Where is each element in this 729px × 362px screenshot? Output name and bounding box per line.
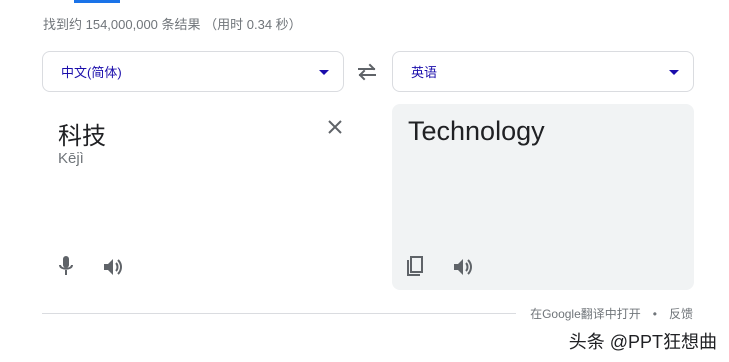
result-stats: 找到约 154,000,000 条结果 （用时 0.34 秒） bbox=[43, 17, 302, 32]
chevron-down-icon bbox=[669, 70, 679, 75]
source-language-select[interactable]: 中文(简体) bbox=[42, 51, 344, 92]
close-icon bbox=[328, 120, 342, 134]
copy-translation-button[interactable] bbox=[403, 255, 427, 279]
listen-translation-button[interactable] bbox=[451, 255, 475, 279]
speaker-icon bbox=[104, 259, 122, 275]
feedback-link[interactable]: 反馈 bbox=[669, 305, 693, 322]
swap-languages-button[interactable] bbox=[355, 61, 379, 83]
swap-icon bbox=[358, 63, 376, 81]
footer-separator: • bbox=[652, 306, 657, 321]
footer-links: 在Google翻译中打开 • 反馈 bbox=[530, 305, 693, 322]
source-text[interactable]: 科技 bbox=[58, 116, 106, 151]
divider bbox=[42, 313, 516, 314]
mic-icon bbox=[59, 256, 73, 275]
chevron-down-icon bbox=[319, 70, 329, 75]
voice-input-button[interactable] bbox=[54, 254, 78, 278]
target-language-label: 英语 bbox=[411, 65, 438, 80]
open-in-google-translate-link[interactable]: 在Google翻译中打开 bbox=[530, 305, 641, 322]
watermark: 头条 @PPT狂想曲 bbox=[568, 332, 717, 352]
target-language-select[interactable]: 英语 bbox=[392, 51, 694, 92]
source-language-label: 中文(简体) bbox=[61, 65, 122, 80]
clear-text-button[interactable] bbox=[326, 118, 344, 136]
source-romanization: Kējì bbox=[58, 150, 84, 167]
source-panel: 科技 Kējì bbox=[42, 104, 344, 290]
target-panel: Technology bbox=[392, 104, 694, 290]
copy-icon bbox=[407, 256, 423, 276]
speaker-icon bbox=[454, 259, 472, 275]
listen-source-button[interactable] bbox=[101, 255, 125, 279]
active-tab-indicator bbox=[74, 0, 120, 3]
translated-text: Technology bbox=[408, 116, 545, 146]
